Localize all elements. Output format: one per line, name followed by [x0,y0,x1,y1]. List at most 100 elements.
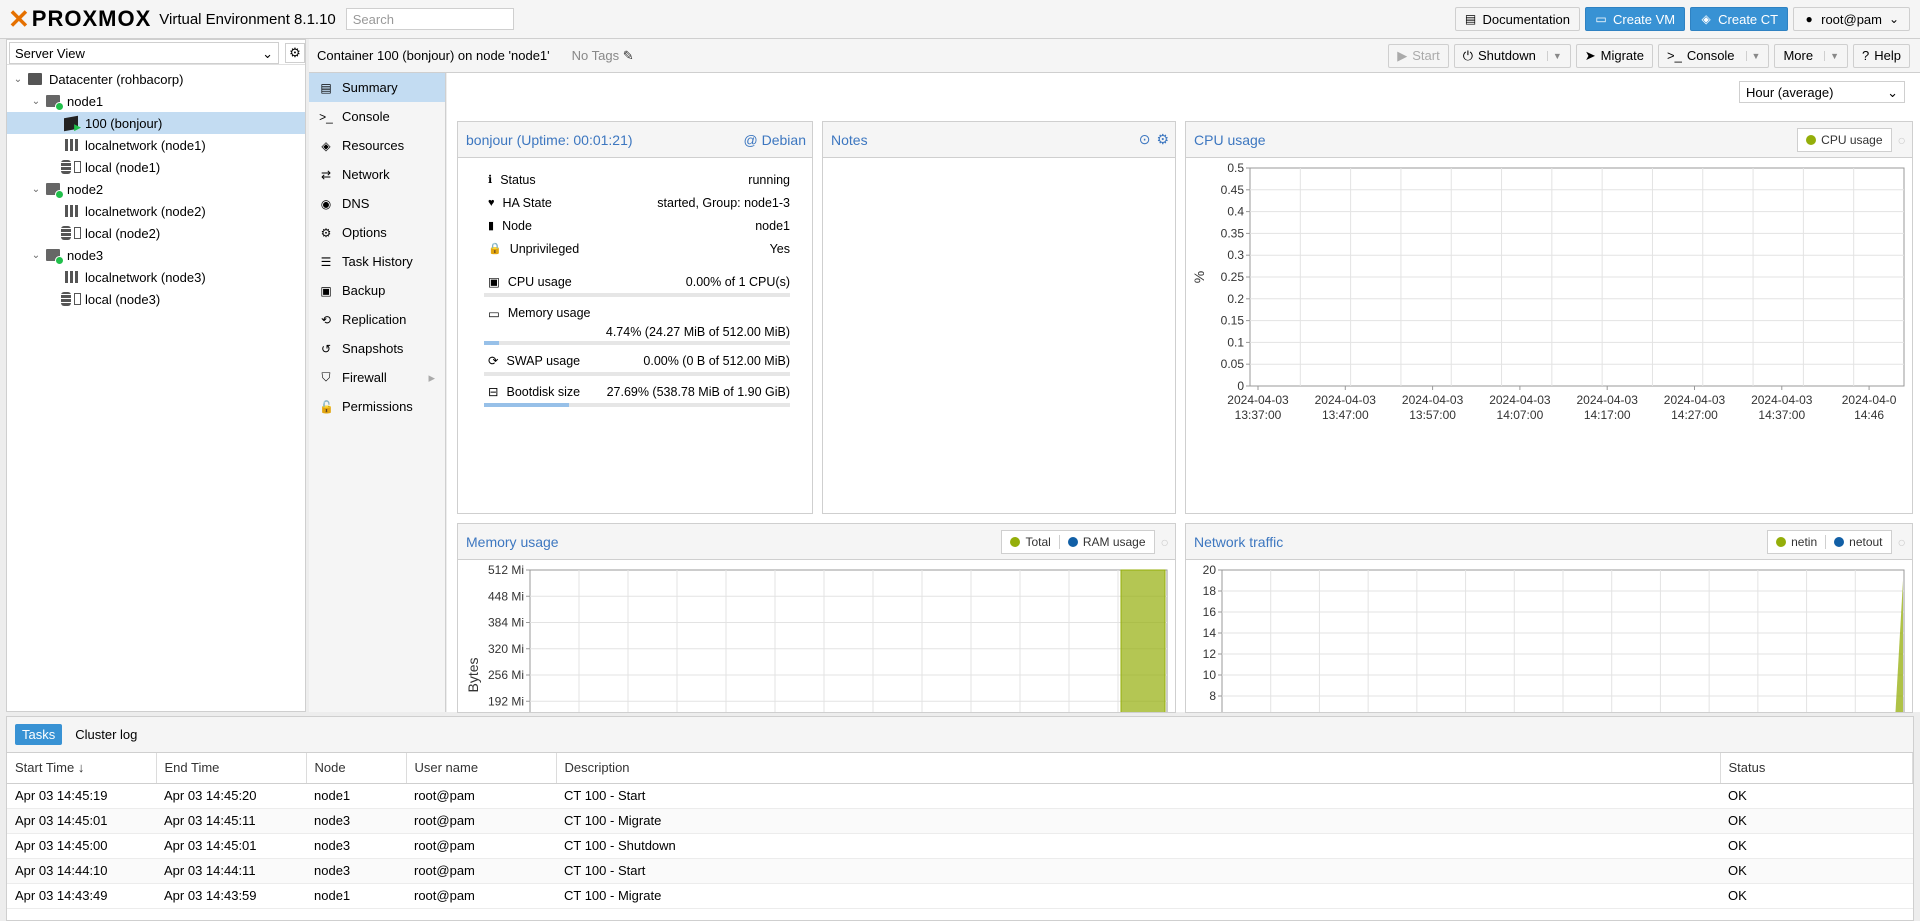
shutdown-button[interactable]: ⏻ Shutdown ▼ [1453,43,1571,68]
network-traffic-chart: Network traffic netin netout ○ 20 18 16 14 1… [1185,523,1913,781]
column-user-name[interactable]: User name [406,753,557,784]
column-description[interactable]: Description [556,753,1721,784]
tree-item[interactable]: ⌄ Datacenter (rohbacorp) [7,68,305,90]
gear-icon[interactable]: ⚙ [1156,131,1169,148]
status-value: node1 [755,218,790,233]
nav-item-console[interactable]: >_ Console [309,102,445,131]
tree-item[interactable]: local (node2) [7,222,305,244]
chevron-down-icon[interactable]: ▼ [1546,50,1562,61]
tree-item[interactable]: ⌄ node3 [7,244,305,266]
tab-cluster-log[interactable]: Cluster log [68,724,144,745]
help-button[interactable]: ? Help [1853,43,1910,68]
node-online-icon [43,247,64,265]
table-row[interactable]: Apr 03 14:45:19 Apr 03 14:45:20 node1 root@… [7,783,1913,809]
tree-item[interactable]: ⌄ node1 [7,90,305,112]
column-end-time[interactable]: End Time [156,753,307,784]
tree-item-label: localnetwork (node2) [85,203,206,219]
expand-toggle-icon[interactable]: ⌄ [29,250,43,261]
create-vm-button[interactable]: ▭ Create VM [1585,7,1686,31]
datacenter-icon [25,71,45,87]
legend-netin[interactable]: netin [1768,535,1825,549]
y-tick-label: 12 [1203,647,1217,661]
status-row: 🔒 Unprivileged Yes [458,237,812,260]
circle-icon[interactable]: ○ [1898,132,1906,148]
y-tick-label: 0 [1237,379,1244,393]
usage-bar-fill [484,403,569,407]
power-icon: ⏻ [1462,47,1473,63]
user-menu-button[interactable]: ● root@pam ⌄ [1793,7,1910,31]
notes-body[interactable] [831,158,1167,506]
tags-editor[interactable]: No Tags ✎ [572,48,634,64]
expand-toggle-icon[interactable]: ⌄ [29,96,43,107]
nav-item-replication[interactable]: ⟲ Replication [309,305,445,334]
chevron-down-icon: ▼ [1824,50,1839,61]
tree-item[interactable]: localnetwork (node1) [7,134,305,156]
summary-content: Hour (average) ⌄ bonjour (Uptime: 00:01:2… [447,73,1920,781]
status-key-label: HA State [502,195,552,210]
legend-ram-usage[interactable]: RAM usage [1058,534,1154,549]
view-selector[interactable]: Server View ⌄ [9,42,279,64]
network-chart-legend: netin netout [1767,529,1892,554]
nav-item-label: Summary [342,80,398,95]
tree-item[interactable]: localnetwork (node3) [7,266,305,288]
console-button[interactable]: >_ Console ▼ [1658,43,1770,68]
nav-item-snapshots[interactable]: ↺ Snapshots [309,334,445,363]
timeframe-selector[interactable]: Hour (average) ⌄ [1739,81,1905,103]
nav-item-firewall[interactable]: ⛉ Firewall ▸ [309,363,445,392]
y-tick-label: 256 Mi [488,668,524,682]
legend-dot [1010,536,1021,547]
nav-item-backup[interactable]: ▣ Backup [309,276,445,305]
memory-icon: ▭ [488,306,500,321]
nav-item-network[interactable]: ⇄ Network [309,160,445,189]
search-input[interactable]: Search [345,8,514,30]
notes-title: Notes [831,131,868,148]
plot-area [529,569,1168,781]
table-row[interactable]: Apr 03 14:45:00 Apr 03 14:45:01 node3 root@… [7,833,1913,859]
migrate-button[interactable]: ➤ Migrate [1575,43,1654,68]
network-chart-header: Network traffic netin netout ○ [1186,524,1912,560]
nav-item-options[interactable]: ⚙ Options [309,218,445,247]
column-start-time[interactable]: Start Time ↓ [7,753,157,784]
start-button[interactable]: ▶ Start [1388,43,1449,68]
legend-total[interactable]: Total [1002,535,1058,549]
tree-item[interactable]: ▶ 100 (bonjour) [7,112,305,134]
table-cell: Apr 03 14:43:59 [156,883,306,909]
table-row[interactable]: Apr 03 14:43:49 Apr 03 14:43:59 node1 root@… [7,883,1913,909]
circle-icon[interactable]: ○ [1161,534,1169,550]
circle-icon[interactable]: ○ [1898,534,1906,550]
legend-netout[interactable]: netout [1825,534,1890,549]
gear-icon[interactable]: ⚙ [285,43,305,63]
tree-item[interactable]: local (node3) [7,288,305,310]
y-tick-label: 0.3 [1227,248,1244,262]
tree-item-label: 100 (bonjour) [85,115,163,131]
table-row[interactable]: Apr 03 14:45:01 Apr 03 14:45:11 node3 root@… [7,808,1913,834]
more-button[interactable]: More ▼ [1774,43,1849,68]
swap-usage-bar [484,372,790,376]
nav-item-permissions[interactable]: 🔓 Permissions [309,392,445,421]
table-row[interactable]: Apr 03 14:44:10 Apr 03 14:44:11 node3 root@… [7,858,1913,884]
nav-item-task-history[interactable]: ☰ Task History [309,247,445,276]
tree-item[interactable]: local (node1) [7,156,305,178]
column-node[interactable]: Node [306,753,407,784]
memory-chart-plot: 512 Mi448 Mi384 Mi320 Mi256 Mi192 Mi128 … [465,563,1168,781]
desktop-icon: ▭ [1595,12,1607,26]
expand-icon[interactable]: ⊙ [1139,131,1151,148]
column-status[interactable]: Status [1720,753,1913,784]
expand-toggle-icon[interactable]: ⌄ [29,184,43,195]
x-tick-label: 14:46 [1854,408,1884,422]
documentation-button[interactable]: ▤ Documentation [1454,7,1580,31]
nav-item-resources[interactable]: ◈ Resources [309,131,445,160]
legend-cpu-usage[interactable]: CPU usage [1798,133,1890,147]
globe-icon: ◉ [320,196,332,211]
tab-tasks[interactable]: Tasks [15,724,63,745]
tree-item[interactable]: localnetwork (node2) [7,200,305,222]
status-key: ♥ HA State [488,196,552,210]
nav-item-summary[interactable]: ▤ Summary [309,73,445,102]
expand-toggle-icon[interactable]: ⌄ [11,74,25,85]
nav-item-dns[interactable]: ◉ DNS [309,189,445,218]
status-row: ▮ Node node1 [458,214,812,237]
tree-item[interactable]: ⌄ node2 [7,178,305,200]
exchange-icon: ⇄ [320,167,332,182]
chevron-down-icon[interactable]: ▼ [1745,50,1760,61]
create-ct-button[interactable]: ◈ Create CT [1690,7,1789,31]
